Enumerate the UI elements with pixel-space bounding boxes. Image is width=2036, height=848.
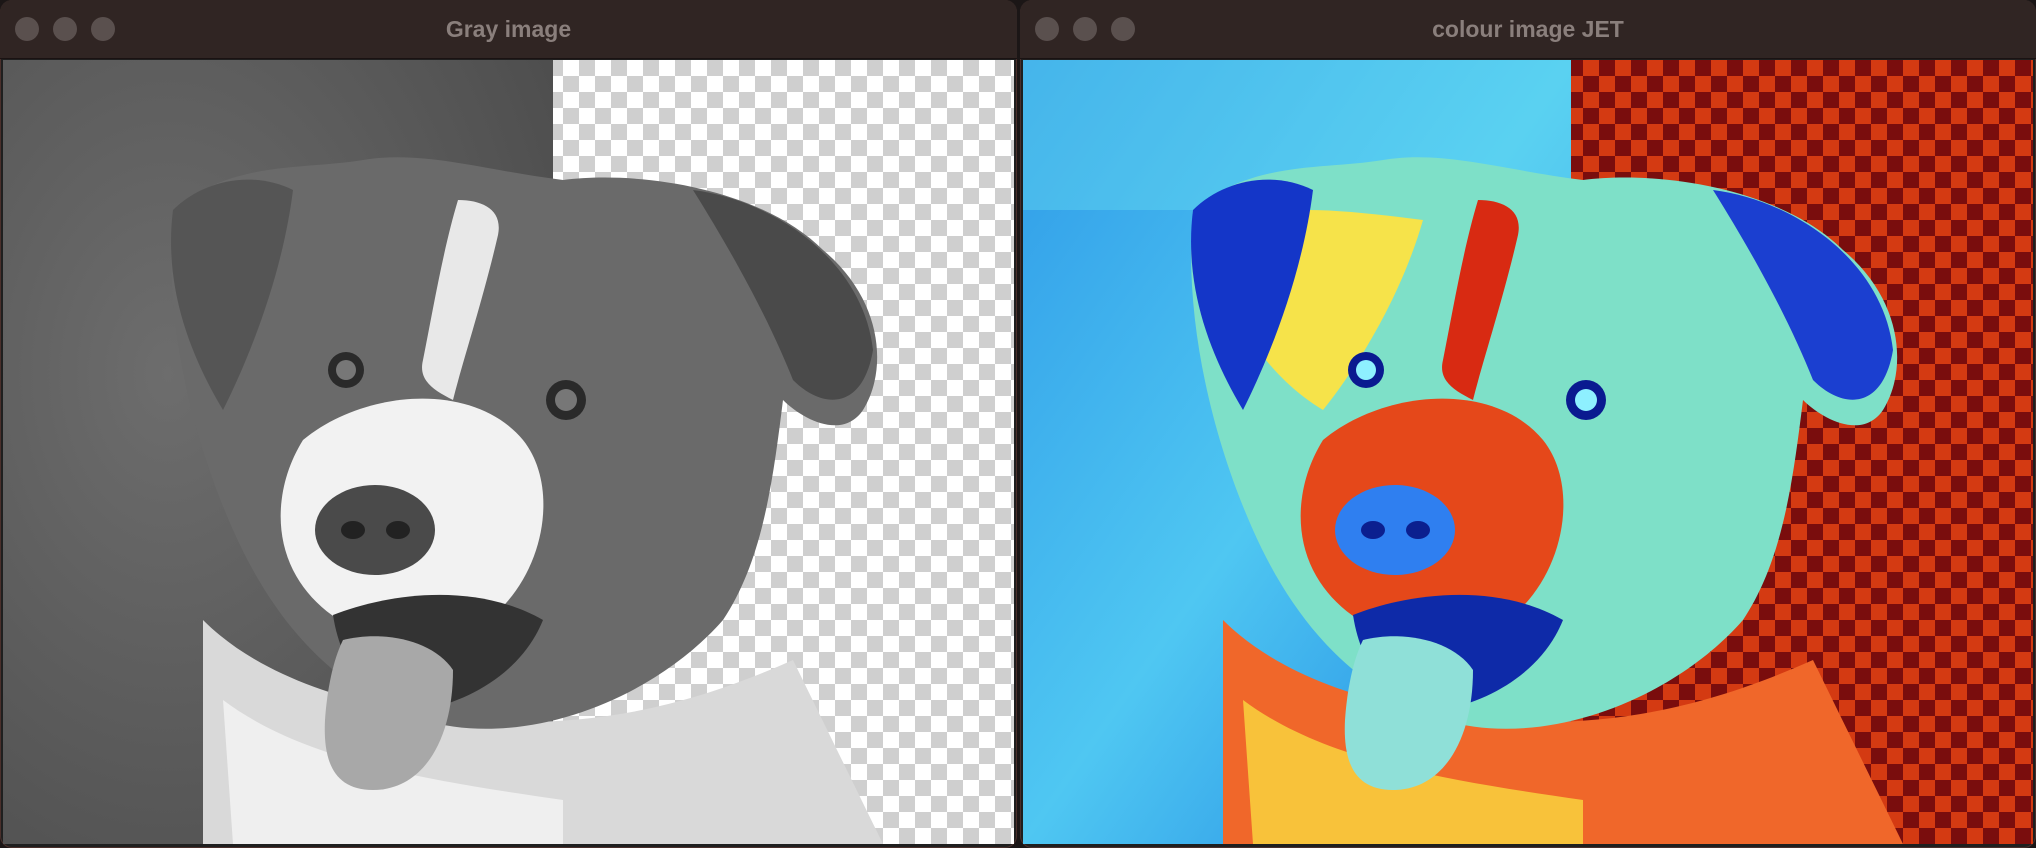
window-title: Gray image — [445, 16, 572, 42]
image-canvas — [1023, 60, 2033, 844]
jet-image-window[interactable]: colour image JET — [1020, 0, 2036, 848]
title-bar[interactable]: Gray image — [0, 0, 1017, 59]
title-bar[interactable]: colour image JET — [1020, 0, 2036, 59]
jet-dog-image — [1023, 60, 2033, 844]
gray-dog-image — [3, 60, 1014, 844]
image-canvas — [3, 60, 1014, 844]
window-title: colour image JET — [1432, 16, 1624, 42]
gray-image-window[interactable]: Gray image — [0, 0, 1017, 848]
